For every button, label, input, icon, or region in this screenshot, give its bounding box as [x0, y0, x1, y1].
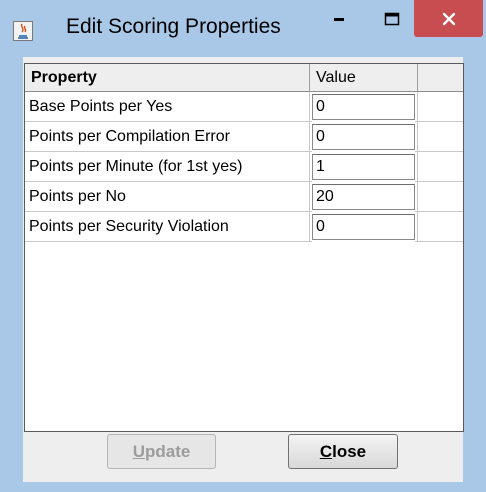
- empty-cell: [418, 182, 463, 212]
- empty-cell: [418, 122, 463, 152]
- value-field[interactable]: 1: [312, 154, 415, 180]
- column-header-value[interactable]: Value: [310, 64, 418, 92]
- empty-cell: [418, 212, 463, 242]
- value-field[interactable]: 0: [312, 124, 415, 150]
- update-mnemonic: U: [132, 442, 145, 461]
- table-row[interactable]: Base Points per Yes 0: [25, 92, 463, 122]
- close-button[interactable]: Close: [288, 434, 398, 469]
- value-field[interactable]: 0: [312, 94, 415, 120]
- close-mnemonic: C: [319, 442, 333, 461]
- dialog-content: Property Value Base Points per Yes 0 Poi…: [23, 57, 464, 482]
- table-row[interactable]: Points per Security Violation 0: [25, 212, 463, 242]
- update-label: pdate: [144, 442, 191, 461]
- value-field[interactable]: 0: [312, 214, 415, 240]
- table-row[interactable]: Points per Minute (for 1st yes) 1: [25, 152, 463, 182]
- table-row[interactable]: Points per No 20: [25, 182, 463, 212]
- close-label: lose: [332, 442, 367, 461]
- window-title: Edit Scoring Properties: [66, 15, 281, 38]
- minimize-icon: [334, 17, 344, 21]
- empty-cell: [418, 152, 463, 182]
- maximize-icon: [384, 12, 400, 25]
- column-header-property[interactable]: Property: [25, 64, 310, 92]
- property-name: Points per Compilation Error: [25, 122, 310, 152]
- property-name: Points per Minute (for 1st yes): [25, 152, 310, 182]
- title-bar[interactable]: Edit Scoring Properties: [0, 0, 486, 56]
- value-field[interactable]: 20: [312, 184, 415, 210]
- properties-table: Property Value Base Points per Yes 0 Poi…: [24, 63, 464, 432]
- empty-cell: [418, 92, 463, 122]
- close-icon: [442, 12, 455, 25]
- property-name: Base Points per Yes: [25, 92, 310, 122]
- minimize-button[interactable]: [322, 0, 356, 37]
- update-button[interactable]: Update: [107, 434, 216, 469]
- property-name: Points per Security Violation: [25, 212, 310, 242]
- table-row[interactable]: Points per Compilation Error 0: [25, 122, 463, 152]
- dialog-window: Edit Scoring Properties Property Value B…: [0, 0, 486, 492]
- property-name: Points per No: [25, 182, 310, 212]
- java-icon: [13, 21, 33, 41]
- close-window-button[interactable]: [414, 0, 483, 37]
- maximize-button[interactable]: [372, 0, 412, 37]
- column-header-empty[interactable]: [418, 64, 463, 92]
